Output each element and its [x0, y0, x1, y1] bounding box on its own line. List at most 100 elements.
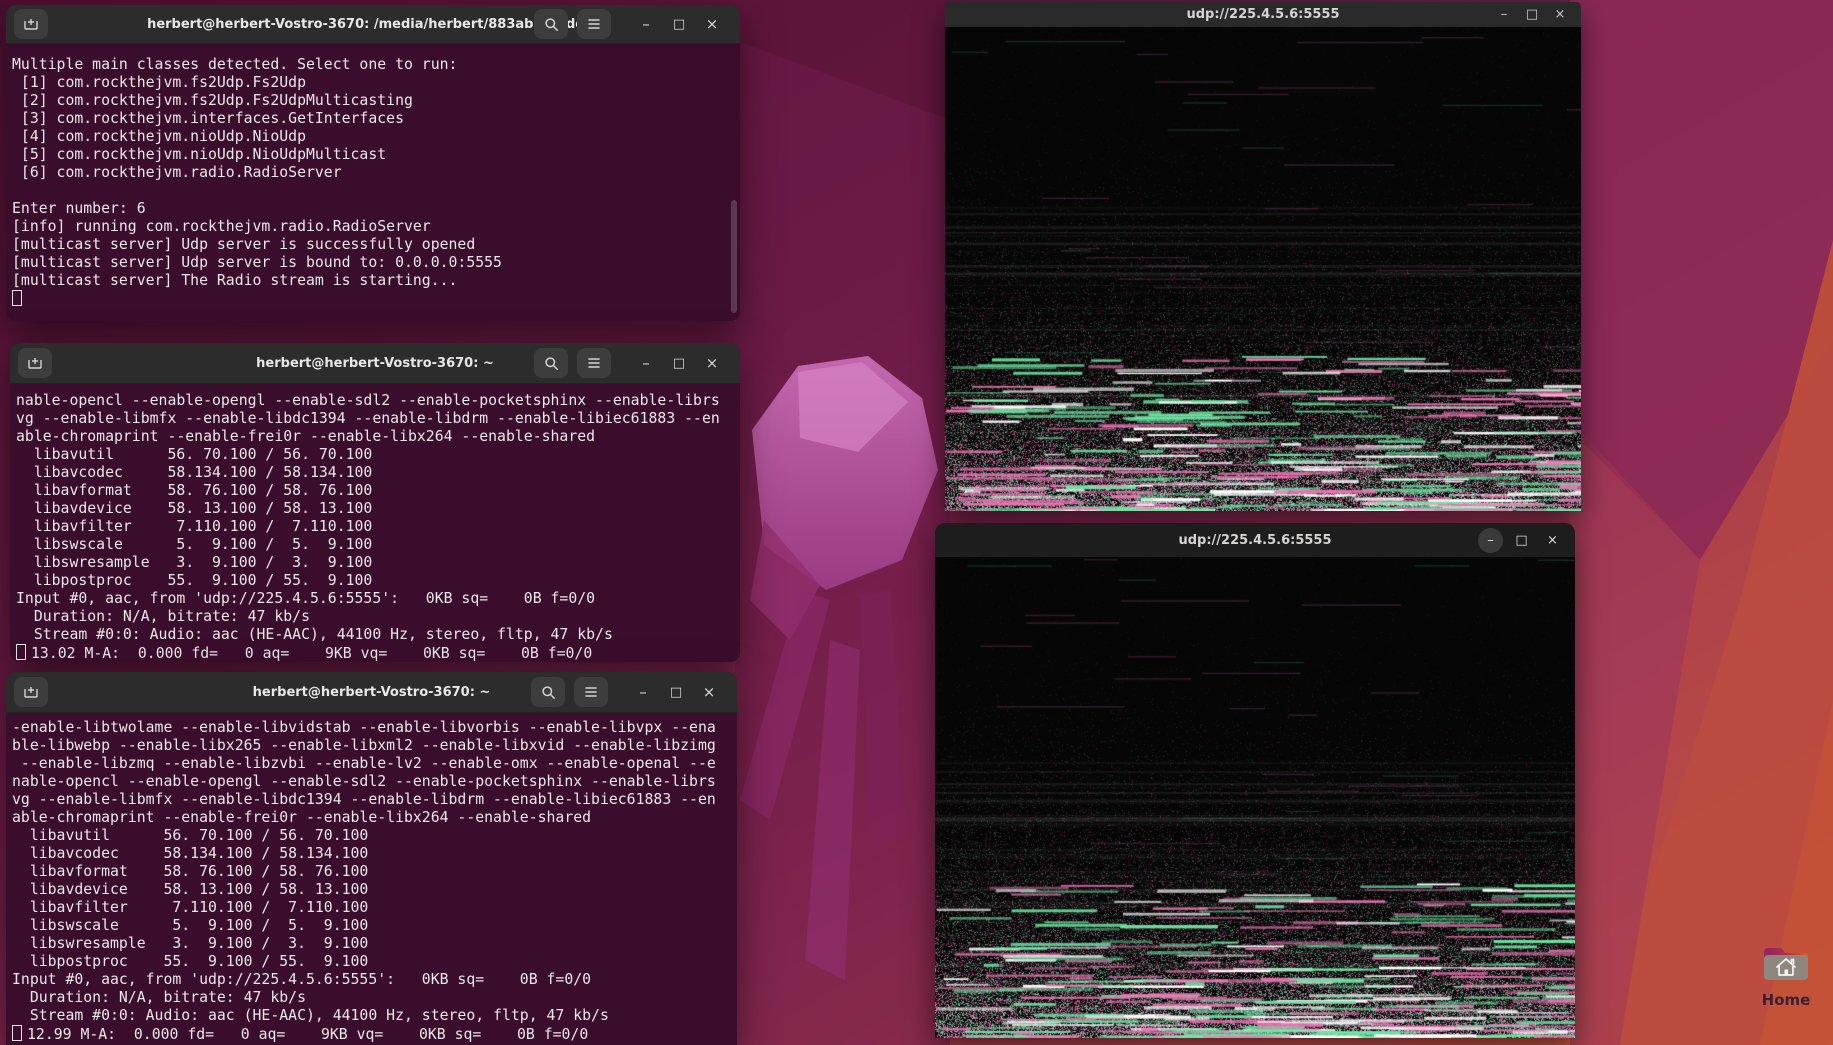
maximize-button[interactable]: □ — [1509, 528, 1534, 553]
terminal-line: libavformat 58. 76.100 / 58. 76.100 — [16, 482, 740, 500]
terminal-line: [5] com.rockthejvm.nioUdp.NioUdpMulticas… — [12, 146, 740, 164]
close-button[interactable]: × — [1549, 8, 1571, 21]
home-folder-icon — [1760, 942, 1812, 984]
terminal-cursor-line — [12, 290, 740, 309]
menu-icon — [587, 357, 601, 369]
terminal-line: --enable-libzmq --enable-libzvbi --enabl… — [12, 755, 737, 773]
terminal-line: nable-opencl --enable-opengl --enable-sd… — [16, 392, 740, 410]
scrollbar[interactable] — [731, 200, 737, 313]
terminal-line: Input #0, aac, from 'udp://225.4.5.6:555… — [16, 590, 740, 608]
terminal-line: libavfilter 7.110.100 / 7.110.100 — [16, 518, 740, 536]
terminal-line: libavformat 58. 76.100 / 58. 76.100 — [12, 863, 737, 881]
terminal-line: libswscale 5. 9.100 / 5. 9.100 — [12, 917, 737, 935]
terminal-line: Stream #0:0: Audio: aac (HE-AAC), 44100 … — [12, 1007, 737, 1025]
titlebar[interactable]: herbert@herbert-Vostro-3670: ~ – □ × — [10, 343, 740, 384]
terminal-line: Input #0, aac, from 'udp://225.4.5.6:555… — [12, 971, 737, 989]
window-title: udp://225.4.5.6:5555 — [945, 7, 1581, 22]
terminal-line: [1] com.rockthejvm.fs2Udp.Fs2Udp — [12, 74, 740, 92]
terminal-line: [3] com.rockthejvm.interfaces.GetInterfa… — [12, 110, 740, 128]
minimize-button[interactable]: – — [1493, 8, 1515, 21]
terminal-line: libavutil 56. 70.100 / 56. 70.100 — [12, 827, 737, 845]
terminal-line: libavutil 56. 70.100 / 56. 70.100 — [16, 446, 740, 464]
terminal-line: libpostproc 55. 9.100 / 55. 9.100 — [16, 572, 740, 590]
minimize-button[interactable]: – — [1478, 528, 1503, 553]
ffplay-video-window-2: udp://225.4.5.6:5555 – □ × — [935, 523, 1575, 1038]
terminal-line: Stream #0:0: Audio: aac (HE-AAC), 44100 … — [16, 626, 740, 644]
terminal-line: libavfilter 7.110.100 / 7.110.100 — [12, 899, 737, 917]
terminal-line: Duration: N/A, bitrate: 47 kb/s — [12, 989, 737, 1007]
terminal-line — [12, 182, 740, 200]
terminal-line: libavcodec 58.134.100 / 58.134.100 — [12, 845, 737, 863]
minimize-button[interactable]: – — [631, 685, 655, 700]
terminal-line: [multicast server] Udp server is success… — [12, 236, 740, 254]
search-icon — [541, 685, 556, 700]
terminal-output[interactable]: nable-opencl --enable-opengl --enable-sd… — [10, 384, 740, 662]
menu-button[interactable] — [574, 677, 608, 707]
search-icon — [544, 356, 559, 371]
maximize-button[interactable]: □ — [667, 18, 691, 31]
maximize-button[interactable]: □ — [1521, 8, 1543, 21]
new-tab-button[interactable] — [18, 348, 52, 378]
home-desktop-icon[interactable]: Home — [1748, 942, 1824, 1009]
search-button[interactable] — [534, 9, 568, 39]
titlebar[interactable]: udp://225.4.5.6:5555 – □ × — [945, 2, 1581, 27]
menu-button[interactable] — [577, 9, 611, 39]
terminal-line: ble-libwebp --enable-libx265 --enable-li… — [12, 737, 737, 755]
terminal-line: able-chromaprint --enable-frei0r --enabl… — [16, 428, 740, 446]
titlebar[interactable]: udp://225.4.5.6:5555 – □ × — [935, 523, 1575, 557]
terminal-line: [4] com.rockthejvm.nioUdp.NioUdp — [12, 128, 740, 146]
terminal-line: Enter number: 6 — [12, 200, 740, 218]
new-tab-icon — [23, 16, 39, 32]
audio-spectrum-visualization[interactable] — [945, 27, 1581, 511]
minimize-button[interactable]: – — [634, 17, 658, 32]
menu-icon — [584, 686, 598, 698]
terminal-line: [multicast server] The Radio stream is s… — [12, 272, 740, 290]
close-button[interactable]: × — [697, 685, 721, 700]
home-icon-label: Home — [1748, 991, 1824, 1009]
terminal-window-ffplay-1: herbert@herbert-Vostro-3670: ~ – □ × — [10, 343, 740, 662]
terminal-line: vg --enable-libmfx --enable-libdc1394 --… — [16, 410, 740, 428]
terminal-line: vg --enable-libmfx --enable-libdc1394 --… — [12, 791, 737, 809]
maximize-button[interactable]: □ — [667, 357, 691, 370]
search-icon — [544, 17, 559, 32]
menu-icon — [587, 18, 601, 30]
terminal-output[interactable]: Multiple main classes detected. Select o… — [6, 44, 740, 309]
close-button[interactable]: × — [700, 17, 724, 32]
terminal-cursor — [16, 644, 26, 660]
new-tab-button[interactable] — [14, 9, 48, 39]
terminal-line: [multicast server] Udp server is bound t… — [12, 254, 740, 272]
terminal-status-line: 13.02 M-A: 0.000 fd= 0 aq= 9KB vq= 0KB s… — [16, 644, 740, 662]
terminal-line: [6] com.rockthejvm.radio.RadioServer — [12, 164, 740, 182]
terminal-line: libpostproc 55. 9.100 / 55. 9.100 — [12, 953, 737, 971]
maximize-button[interactable]: □ — [664, 686, 688, 699]
titlebar[interactable]: herbert@herbert-Vostro-3670: ~ – □ × — [6, 672, 737, 713]
audio-spectrum-visualization[interactable] — [935, 557, 1575, 1038]
terminal-line: libavcodec 58.134.100 / 58.134.100 — [16, 464, 740, 482]
terminal-line: able-chromaprint --enable-frei0r --enabl… — [12, 809, 737, 827]
terminal-output[interactable]: -enable-libtwolame --enable-libvidstab -… — [6, 713, 737, 1044]
ffplay-video-window-1: udp://225.4.5.6:5555 – □ × — [945, 2, 1581, 511]
terminal-line: Multiple main classes detected. Select o… — [12, 56, 740, 74]
search-button[interactable] — [531, 677, 565, 707]
close-button[interactable]: × — [700, 356, 724, 371]
terminal-line: libavdevice 58. 13.100 / 58. 13.100 — [16, 500, 740, 518]
terminal-line: Duration: N/A, bitrate: 47 kb/s — [16, 608, 740, 626]
terminal-cursor — [12, 290, 22, 306]
new-tab-button[interactable] — [14, 677, 48, 707]
search-button[interactable] — [534, 348, 568, 378]
terminal-line: libswscale 5. 9.100 / 5. 9.100 — [16, 536, 740, 554]
terminal-line: [info] running com.rockthejvm.radio.Radi… — [12, 218, 740, 236]
terminal-window-radioserver: herbert@herbert-Vostro-3670: /media/herb… — [6, 5, 740, 321]
terminal-window-ffplay-2: herbert@herbert-Vostro-3670: ~ – □ × — [6, 672, 737, 1045]
terminal-cursor — [12, 1025, 22, 1041]
minimize-button[interactable]: – — [634, 356, 658, 371]
titlebar[interactable]: herbert@herbert-Vostro-3670: /media/herb… — [6, 5, 740, 44]
terminal-line: libswresample 3. 9.100 / 3. 9.100 — [16, 554, 740, 572]
new-tab-icon — [27, 355, 43, 371]
terminal-line: libswresample 3. 9.100 / 3. 9.100 — [12, 935, 737, 953]
terminal-line: -enable-libtwolame --enable-libvidstab -… — [12, 719, 737, 737]
terminal-status-line: 12.99 M-A: 0.000 fd= 0 aq= 9KB vq= 0KB s… — [12, 1025, 737, 1044]
menu-button[interactable] — [577, 348, 611, 378]
close-button[interactable]: × — [1540, 528, 1565, 553]
terminal-line: libavdevice 58. 13.100 / 58. 13.100 — [12, 881, 737, 899]
